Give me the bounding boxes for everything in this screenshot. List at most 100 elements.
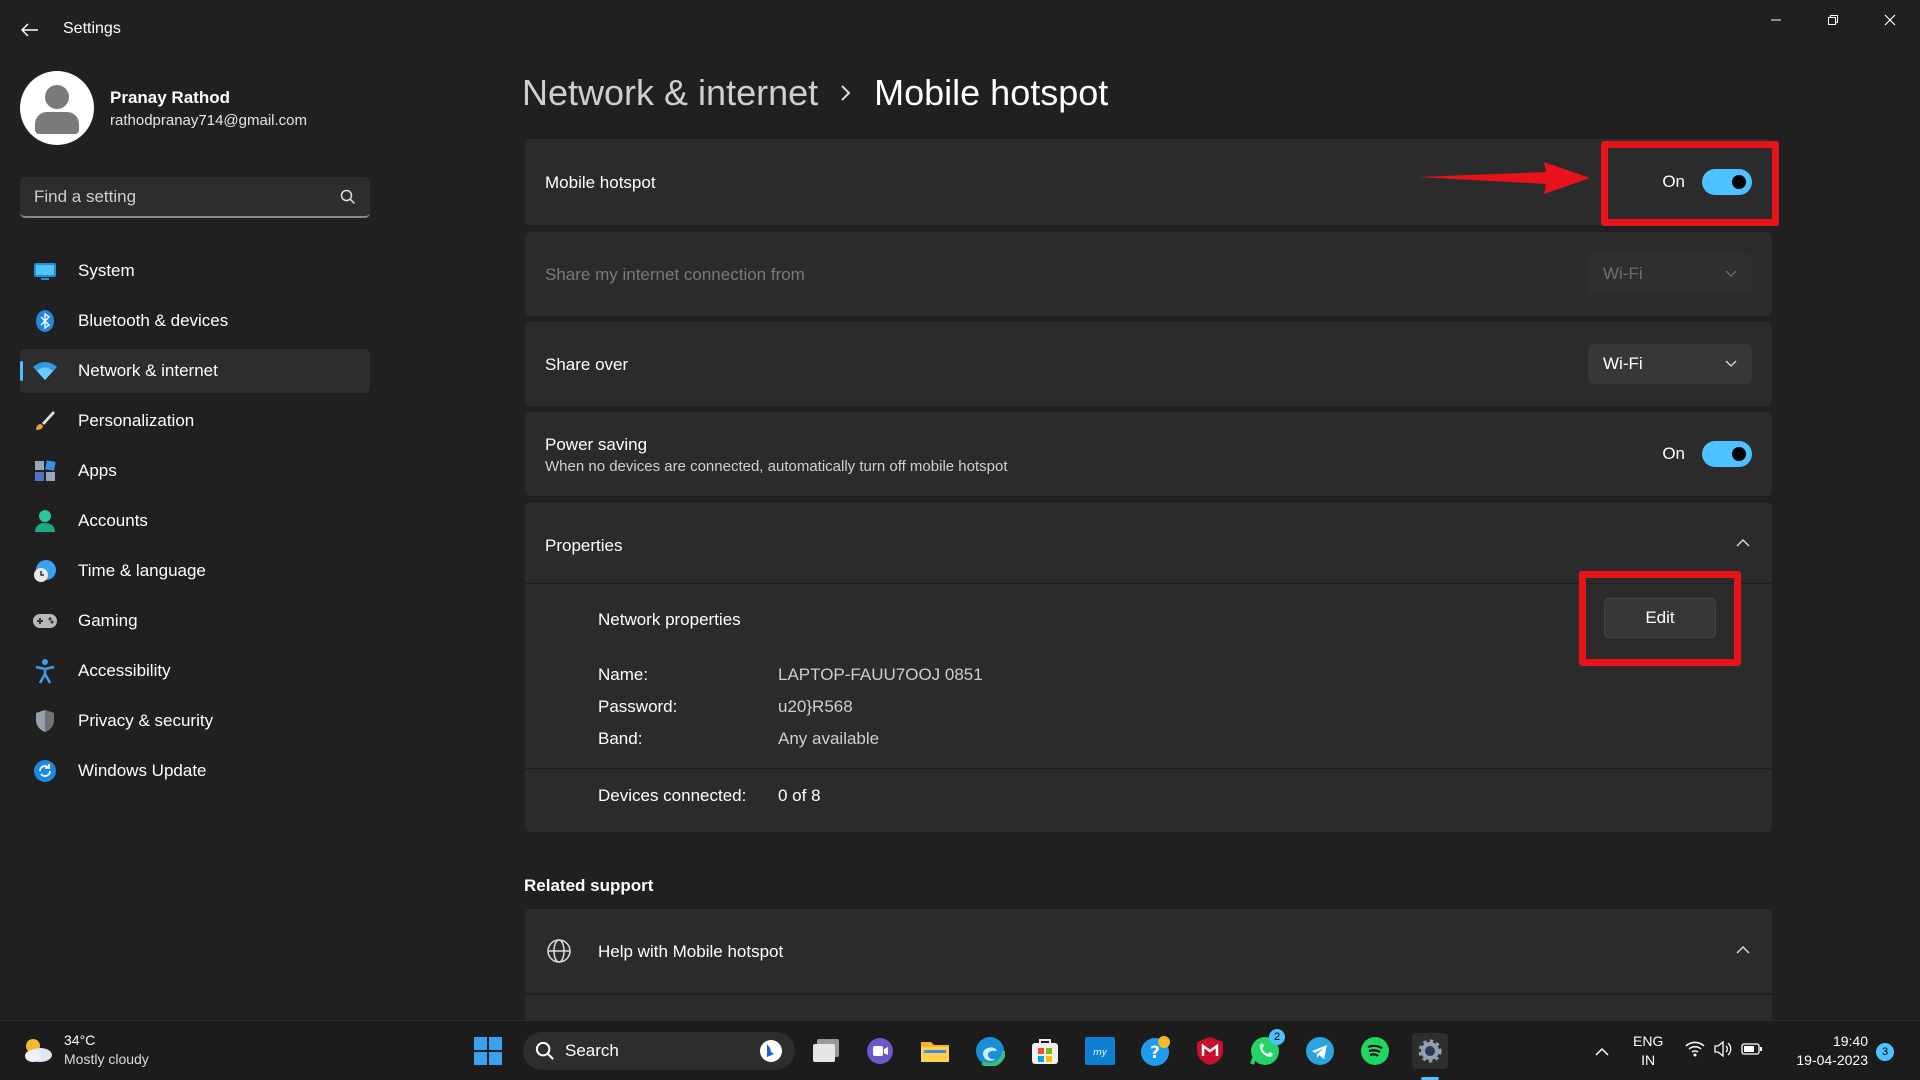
app-title: Settings [63, 20, 121, 37]
chevron-up-icon[interactable] [1736, 538, 1750, 547]
taskbar: 34°C Mostly cloudy Search my ? 2 ENG IN … [0, 1020, 1920, 1080]
breadcrumb-parent[interactable]: Network & internet [522, 72, 818, 114]
share-over-card: Share over Wi-Fi [525, 322, 1772, 406]
sidebar-item-accounts[interactable]: Accounts [20, 499, 370, 543]
sidebar-item-gaming[interactable]: Gaming [20, 599, 370, 643]
store-button[interactable] [1027, 1033, 1063, 1069]
sidebar-item-personalization[interactable]: Personalization [20, 399, 370, 443]
whatsapp-button[interactable]: 2 [1247, 1029, 1285, 1069]
share-over-label: Share over [545, 355, 629, 374]
power-saving-toggle-group: On [1662, 441, 1752, 467]
power-saving-label: Power saving [545, 435, 648, 454]
notification-count[interactable]: 3 [1876, 1043, 1894, 1061]
sidebar-item-bluetooth[interactable]: Bluetooth & devices [20, 299, 370, 343]
gear-icon [1418, 1039, 1442, 1063]
power-saving-description: When no devices are connected, automatic… [545, 458, 1008, 475]
red-arrow-annotation [1418, 162, 1590, 194]
back-button[interactable] [16, 16, 44, 44]
sidebar-item-label: Time & language [78, 561, 206, 580]
spotify-icon [1361, 1037, 1389, 1065]
svg-text:?: ? [1150, 1043, 1160, 1063]
taskbar-search[interactable]: Search [523, 1032, 795, 1070]
whatsapp-badge: 2 [1269, 1029, 1285, 1045]
devices-value: 0 of 8 [778, 786, 821, 805]
refresh-icon [32, 758, 58, 784]
language-indicator[interactable]: ENG IN [1633, 1032, 1663, 1070]
sidebar-item-label: Windows Update [78, 761, 207, 780]
monitor-icon [32, 258, 58, 284]
apps-icon [32, 458, 58, 484]
task-view-button[interactable] [808, 1033, 844, 1069]
sidebar-item-time-language[interactable]: Time & language [20, 549, 370, 593]
sidebar-item-label: Accessibility [78, 661, 171, 680]
weather-desc: Mostly cloudy [64, 1051, 149, 1067]
mobile-hotspot-label: Mobile hotspot [545, 173, 656, 192]
name-value: LAPTOP-FAUU7OOJ 0851 [778, 665, 983, 684]
brush-icon [32, 408, 58, 434]
myhp-button[interactable]: my [1082, 1033, 1118, 1069]
telegram-button[interactable] [1302, 1033, 1338, 1069]
close-button[interactable] [1867, 6, 1913, 34]
edge-button[interactable] [972, 1033, 1008, 1069]
related-support-title: Related support [524, 876, 654, 895]
clock[interactable]: 19:40 19-04-2023 [1780, 1032, 1868, 1070]
shield-icon [32, 708, 58, 734]
mcafee-shield-icon [1197, 1037, 1223, 1065]
help-card-continued [525, 995, 1772, 1020]
sidebar-item-apps[interactable]: Apps [20, 449, 370, 493]
band-row: Band: Any available [525, 729, 1225, 751]
wifi-icon [32, 358, 58, 384]
start-button[interactable] [470, 1033, 506, 1069]
band-value: Any available [778, 729, 880, 748]
teams-chat-button[interactable] [862, 1033, 898, 1069]
restore-button[interactable] [1810, 6, 1856, 34]
clock-date: 19-04-2023 [1796, 1052, 1868, 1068]
task-view-icon [813, 1039, 839, 1062]
restore-icon [1828, 15, 1838, 25]
sidebar-item-label: Personalization [78, 411, 195, 430]
chevron-up-icon [1595, 1047, 1609, 1056]
sidebar-item-network[interactable]: Network & internet [20, 349, 370, 393]
sidebar-item-privacy-security[interactable]: Privacy & security [20, 699, 370, 743]
settings-app-button[interactable] [1412, 1033, 1448, 1069]
system-tray-status[interactable] [1685, 1041, 1763, 1057]
sidebar-item-label: Accounts [78, 511, 148, 530]
share-from-dropdown[interactable]: Wi-Fi [1588, 254, 1752, 294]
myhp-icon: my [1085, 1037, 1115, 1065]
sidebar-item-system[interactable]: System [20, 249, 370, 293]
page-title: Mobile hotspot [874, 72, 1109, 113]
weather-temp: 34°C [64, 1032, 96, 1048]
search-icon [535, 1041, 554, 1060]
spotify-button[interactable] [1357, 1033, 1393, 1069]
file-explorer-button[interactable] [917, 1033, 953, 1069]
get-help-button[interactable]: ? [1137, 1033, 1173, 1069]
help-card[interactable]: Help with Mobile hotspot [525, 909, 1772, 993]
search-input[interactable] [34, 186, 340, 207]
hotspot-toggle-highlight [1601, 141, 1779, 226]
sidebar-item-label: Privacy & security [78, 711, 214, 730]
bluetooth-icon [32, 308, 58, 334]
share-over-dropdown[interactable]: Wi-Fi [1588, 344, 1752, 384]
chevron-up-icon[interactable] [1736, 945, 1750, 954]
battery-icon [1741, 1043, 1762, 1055]
show-hidden-icons-button[interactable] [1584, 1033, 1620, 1069]
svg-text:my: my [1093, 1048, 1108, 1058]
clock-globe-icon [32, 558, 58, 584]
sidebar-item-label: Bluetooth & devices [78, 311, 229, 330]
weather-widget[interactable]: 34°C Mostly cloudy [20, 1031, 149, 1069]
region-code: IN [1641, 1052, 1656, 1068]
power-saving-state: On [1662, 444, 1685, 463]
user-profile[interactable]: Pranay Rathod rathodpranay714@gmail.com [20, 70, 307, 146]
minimize-button[interactable] [1753, 6, 1799, 34]
edit-button-highlight [1579, 571, 1741, 666]
help-bubble-icon: ? [1141, 1036, 1170, 1066]
mcafee-button[interactable] [1192, 1033, 1228, 1069]
gamepad-icon [32, 608, 58, 634]
power-saving-toggle[interactable] [1702, 441, 1752, 467]
folder-icon [921, 1042, 949, 1062]
sidebar-item-accessibility[interactable]: Accessibility [20, 649, 370, 693]
sidebar-item-label: Network & internet [78, 361, 218, 380]
search-icon[interactable] [340, 189, 356, 205]
sidebar-item-windows-update[interactable]: Windows Update [20, 749, 370, 793]
divider [525, 768, 1772, 769]
